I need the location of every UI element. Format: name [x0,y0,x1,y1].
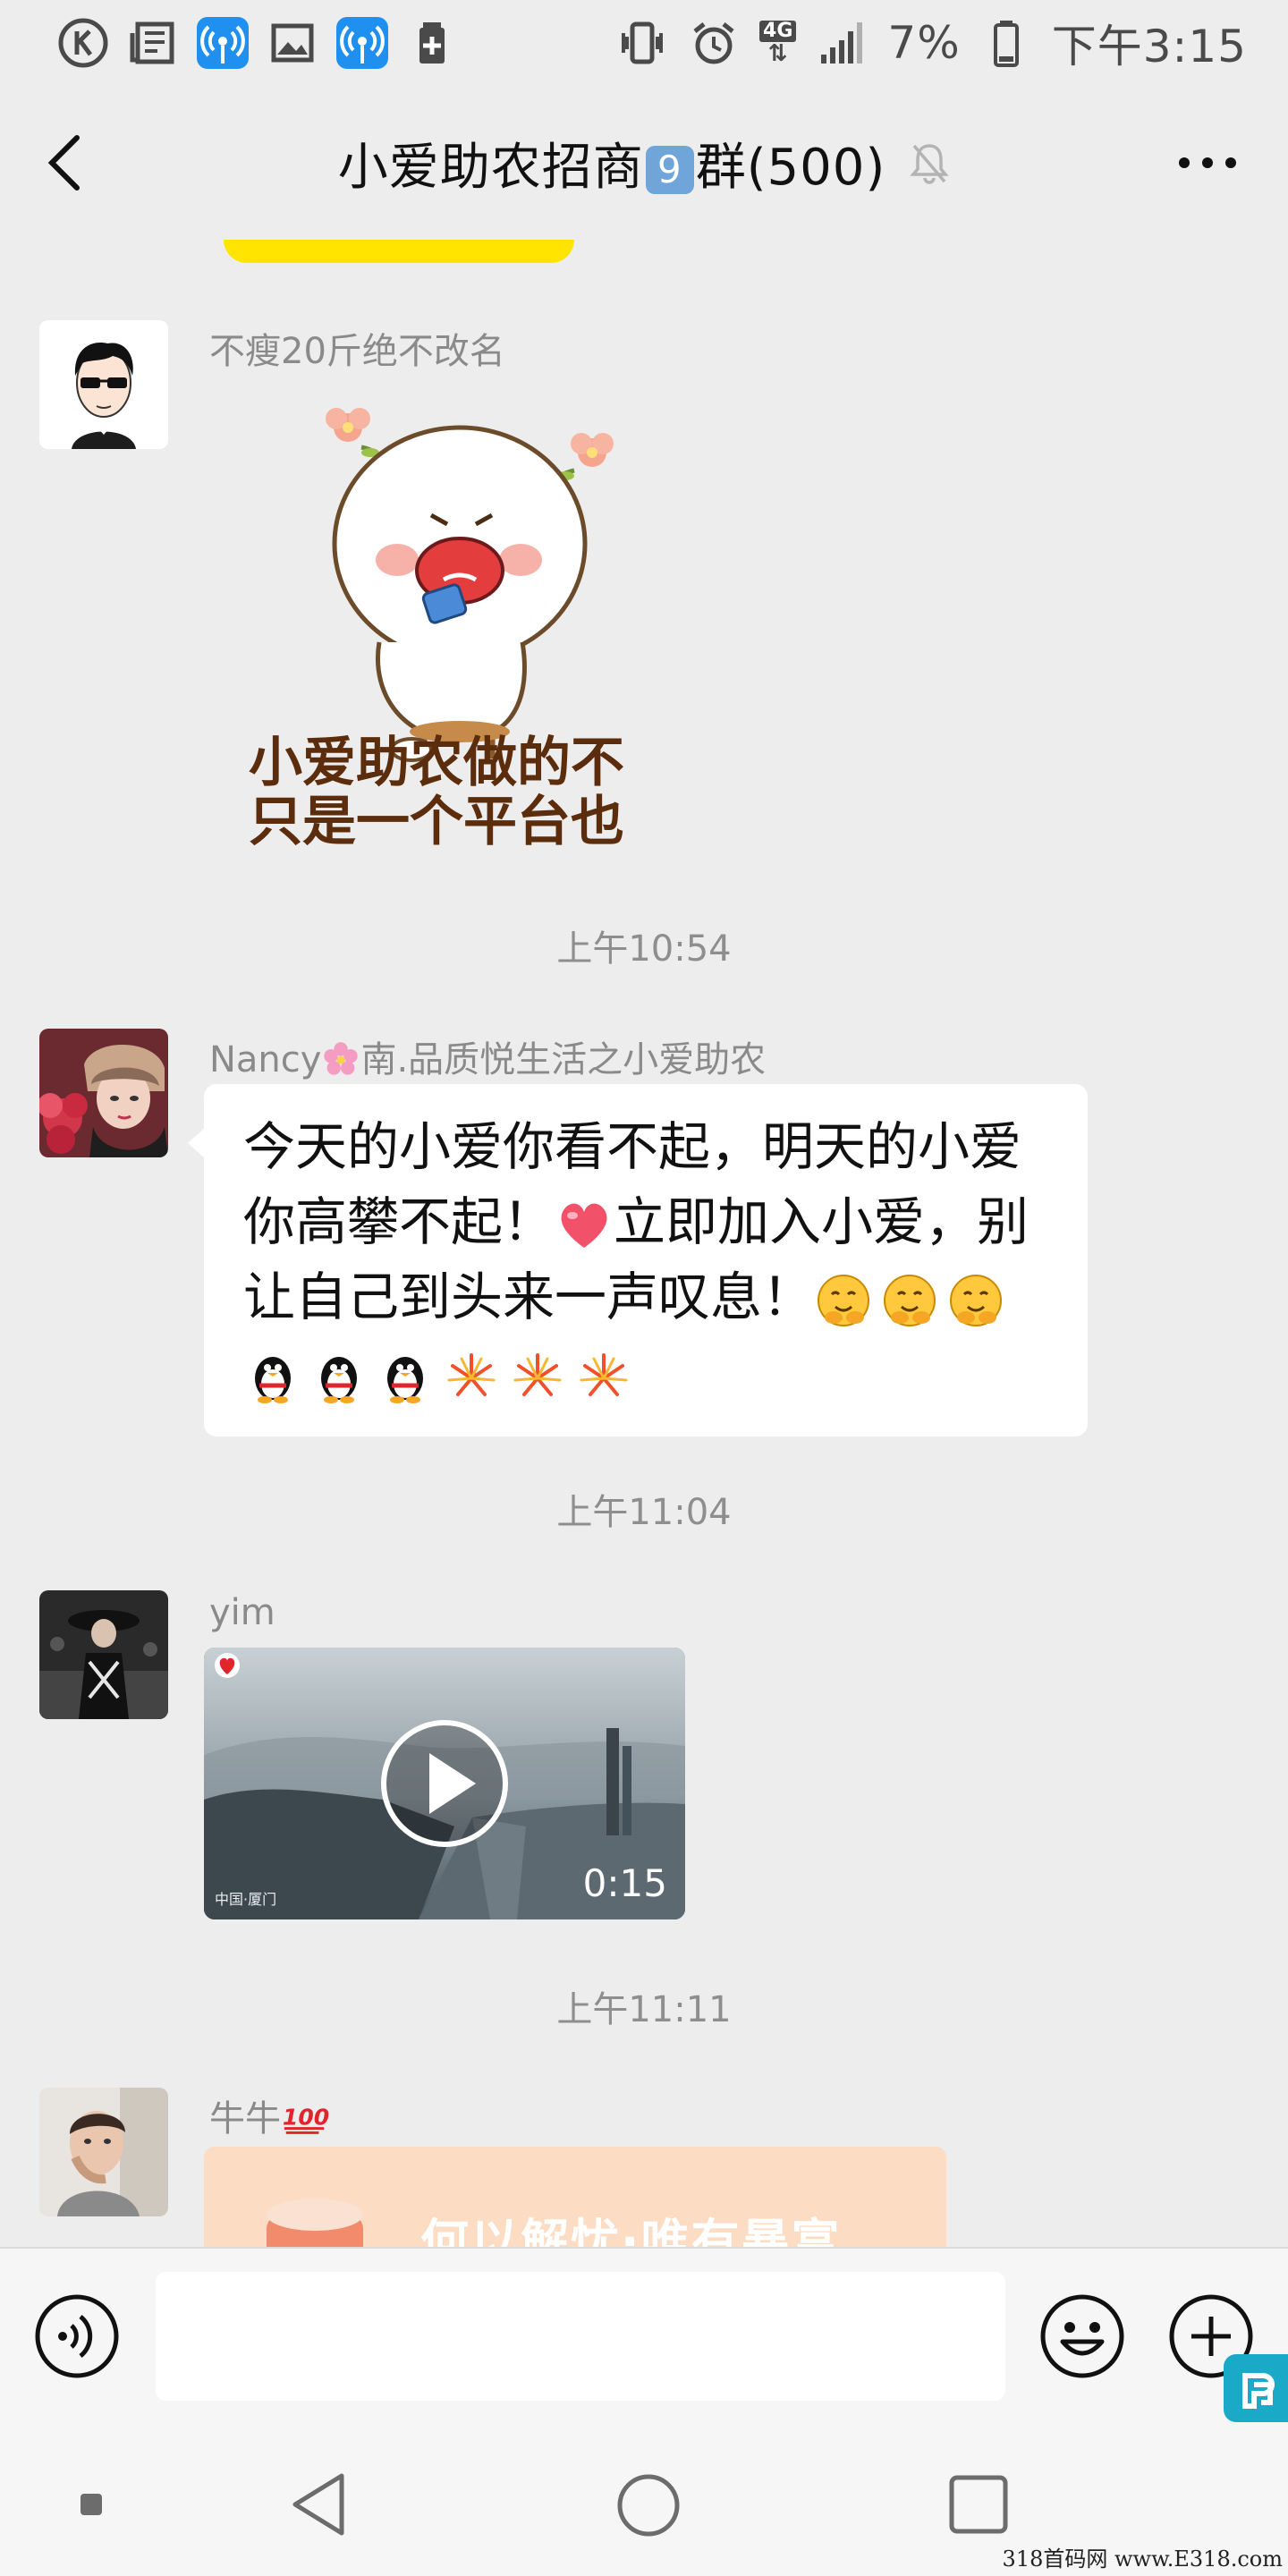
nav-home-icon[interactable] [615,2472,682,2538]
sticker-caption: 小爱助农做的不 只是一个平台也 [249,733,642,852]
voice-input-icon[interactable] [34,2293,120,2379]
video-duration: 0:15 [582,1861,667,1905]
message-text: 立即加入小爱，别 [614,1191,1030,1252]
message-bubble[interactable]: 今天的小爱你看不起，明天的小爱 你高攀不起！ 立即加入小爱，别 让自己到头来一声叹… [188,1084,1088,1436]
message-text: 你高攀不起！ [243,1191,555,1252]
svg-text:100: 100 [283,2105,329,2131]
chat-title-suffix: 群(500) [695,138,886,197]
timestamp: 上午10:54 [556,928,732,970]
battery-saver-icon [406,17,458,69]
message-line: 让自己到头来一声叹息！ [243,1259,1048,1335]
mute-bell-icon [910,144,950,184]
wifi-hotspot-icon [336,17,388,69]
chat-title-prefix: 小爱助农招商 [337,138,644,197]
input-bar [0,2247,1288,2422]
chat-screen: 4G ⇅ 7% 下午3:15 小爱助农招商 9 群(500) 不瘦20斤绝不改名… [0,0,1288,2576]
nav-dot-indicator [80,2494,102,2515]
sender-name-prefix: Nancy [209,1039,322,1080]
sender-name-text: 牛牛 [209,2098,281,2140]
emoji-group [243,1346,633,1405]
status-bar: 4G ⇅ 7% 下午3:15 [0,0,1288,86]
more-options-icon[interactable] [1172,138,1243,188]
previous-message-edge [224,240,574,263]
fireworks-icon [447,1352,496,1396]
sticker-caption-line: 小爱助农做的不 [249,732,624,794]
chat-title: 小爱助农招商 9 群(500) [338,127,886,199]
penguin-icon [387,1356,423,1403]
cake-icon [267,2199,363,2247]
group-number-badge: 9 [645,146,694,195]
message-list[interactable]: 不瘦20斤绝不改名 小爱助农做的不 只是一个平台也 上午10:54 Nancy … [0,240,1288,2247]
sender-name-suffix: 南.品质悦生活之小爱助农 [360,1039,767,1080]
clock: 下午3:15 [1051,21,1247,72]
hugging-face-icon [884,1274,936,1326]
timestamp: 上午11:11 [556,1989,732,2030]
message-line: 今天的小爱你看不起，明天的小爱 [243,1116,1022,1177]
avatar[interactable] [39,2088,168,2216]
vibrate-icon [616,17,668,69]
avatar[interactable] [39,1590,168,1719]
heart-logo-icon [215,1653,240,1678]
chat-title-wrap: 小爱助农招商 9 群(500) [338,127,951,199]
floating-app-badge[interactable] [1224,2354,1288,2422]
link-card[interactable]: 何以解忧·唯有暴富 [204,2147,946,2247]
avatar[interactable] [39,1029,168,1157]
emoji-group [814,1271,1005,1330]
back-arrow-icon[interactable] [39,131,93,195]
hugging-face-icon [818,1274,870,1326]
hundred-points-icon: 100 [283,2105,329,2134]
avatar[interactable] [39,320,168,449]
battery-percent: 7% [887,17,961,69]
chat-header: 小爱助农招商 9 群(500) [0,86,1288,240]
penguin-icon [255,1356,291,1403]
penguin-icon [321,1356,357,1403]
status-right-icons: 4G ⇅ 7% 下午3:15 [616,11,1247,75]
hugging-face-icon [950,1274,1003,1326]
image-icon [267,17,318,69]
news-icon [127,17,179,69]
nav-recent-apps-icon[interactable] [948,2474,1009,2535]
sender-name: yim [209,1592,275,1633]
sender-name: 牛牛 100 [209,2089,329,2141]
network-type: 4G ⇅ [759,21,797,65]
nav-back-icon[interactable] [286,2469,351,2540]
video-message[interactable]: 中国·厦门 0:15 [204,1648,685,1919]
wifi-hotspot-icon [197,17,249,69]
sender-name: Nancy 南.品质悦生活之小爱助农 [209,1030,766,1082]
signal-icon [816,17,868,69]
message-line [243,1335,1048,1410]
fireworks-icon [513,1352,562,1396]
heart-icon [561,1203,607,1248]
k-circle-icon [57,17,109,69]
battery-icon [980,17,1032,69]
fireworks-icon [580,1352,628,1396]
link-card-title: 何以解忧·唯有暴富 [420,2214,842,2247]
sticker-caption-line: 只是一个平台也 [249,791,624,853]
message-input[interactable] [156,2272,1005,2401]
emoji-picker-icon[interactable] [1039,2293,1125,2379]
alarm-icon [688,17,740,69]
floating-app-icon [1242,2373,1275,2409]
message-line: 你高攀不起！ 立即加入小爱，别 [243,1184,1048,1259]
status-left-icons [57,17,458,69]
message-text: 让自己到头来一声叹息！ [243,1267,815,1327]
video-location-label: 中国·厦门 [215,1891,277,1908]
timestamp: 上午11:04 [556,1492,732,1533]
cherry-blossom-icon [324,1042,359,1075]
watermark: 318首码网 www.E318.com [1002,2546,1283,2572]
